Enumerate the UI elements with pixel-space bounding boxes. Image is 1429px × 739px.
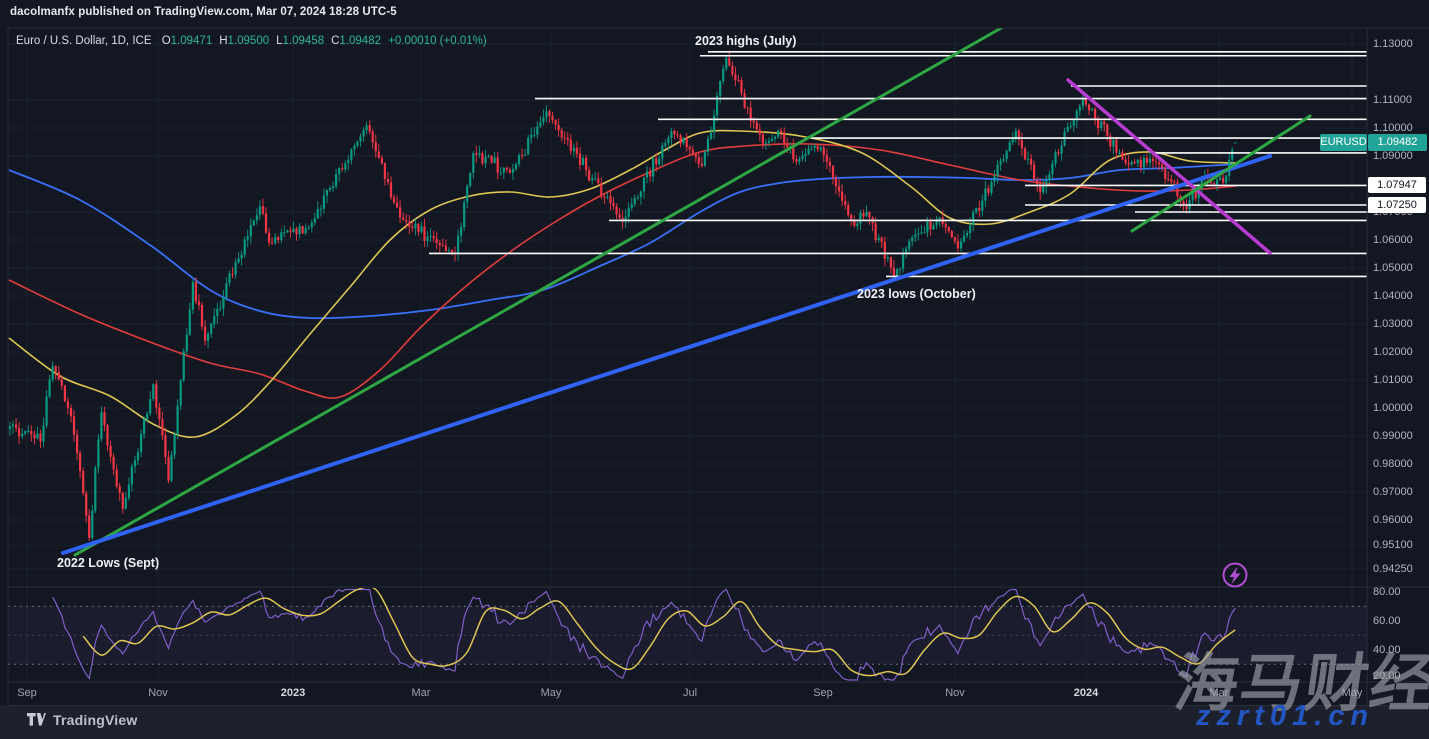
price-axis-label: 1.05000 [1373,262,1413,274]
price-axis-label: 0.97000 [1373,486,1413,498]
price-axis-label: 1.04000 [1373,290,1413,302]
price-axis-label: 0.98000 [1373,458,1413,470]
tradingview-logo-icon [27,712,46,726]
legend-change: +0.00010 (+0.01%) [388,35,487,47]
legend-ohlc-item: H1.09500 [219,35,270,47]
price-axis-label: 0.94250 [1373,563,1413,575]
legend-ohlc-item: C1.09482 [331,35,381,47]
indicator-axis-label: 80.00 [1373,585,1401,598]
tradingview-published-chart: { "header": { "publish_line": "dacolmanf… [0,0,1429,739]
time-axis-label: Sep [813,687,833,699]
time-axis-label: Nov [945,687,965,699]
tradingview-branding[interactable]: TradingView [27,712,137,728]
publish-line: dacolmanfx published on TradingView.com,… [10,6,397,18]
price-axis-label: 1.06000 [1373,234,1413,246]
indicator-axis-label: 60.00 [1373,614,1401,627]
price-axis-label: 0.95100 [1373,539,1413,552]
symbol-price-badge: EURUSD [1320,134,1367,151]
time-axis-label: Sep [17,687,37,699]
time-axis-label: Nov [148,687,168,699]
legend-ohlc-item: O1.09471 [161,35,213,47]
legend-title: Euro / U.S. Dollar, 1D, ICE [16,35,152,47]
price-axis-label: 1.11000 [1373,94,1412,106]
last-price-label: 1.09482 [1368,134,1427,151]
price-axis-label: 1.00000 [1373,402,1413,414]
price-axis-label: 0.96000 [1373,514,1413,526]
legend-ohlc: O1.09471 H1.09500 L1.09458 C1.09482 [155,35,381,47]
legend-ohlc-item: L1.09458 [276,35,325,47]
chart-annotation[interactable]: 2023 highs (July) [695,34,796,48]
chart-canvas[interactable] [0,0,1429,739]
chart-annotation[interactable]: 2023 lows (October) [857,287,976,301]
level-price-label: 1.07250 [1368,197,1426,213]
time-axis-label: May [540,687,562,699]
price-axis-label: 1.09000 [1373,150,1413,162]
price-axis-label: 0.99000 [1373,430,1413,442]
level-price-label: 1.07947 [1368,177,1426,194]
price-axis-label: 1.03000 [1373,318,1413,330]
time-axis-label: Jul [682,687,698,699]
time-axis-label: 2023 [280,687,306,699]
price-axis-label: 1.01000 [1373,374,1413,386]
price-axis-label: 1.02000 [1373,346,1413,358]
price-axis-label: 1.10000 [1373,122,1413,134]
price-axis-label: 1.13000 [1373,38,1413,50]
time-axis-label: Mar [411,687,431,699]
time-axis-label: 2024 [1073,687,1099,699]
watermark-url: zzrt01.cn [1196,700,1375,732]
boost-flash-icon[interactable] [1218,558,1252,592]
chart-annotation[interactable]: 2022 Lows (Sept) [57,556,159,570]
symbol-legend[interactable]: Euro / U.S. Dollar, 1D, ICE O1.09471 H1.0… [16,35,487,47]
tradingview-wordmark: TradingView [53,712,138,728]
